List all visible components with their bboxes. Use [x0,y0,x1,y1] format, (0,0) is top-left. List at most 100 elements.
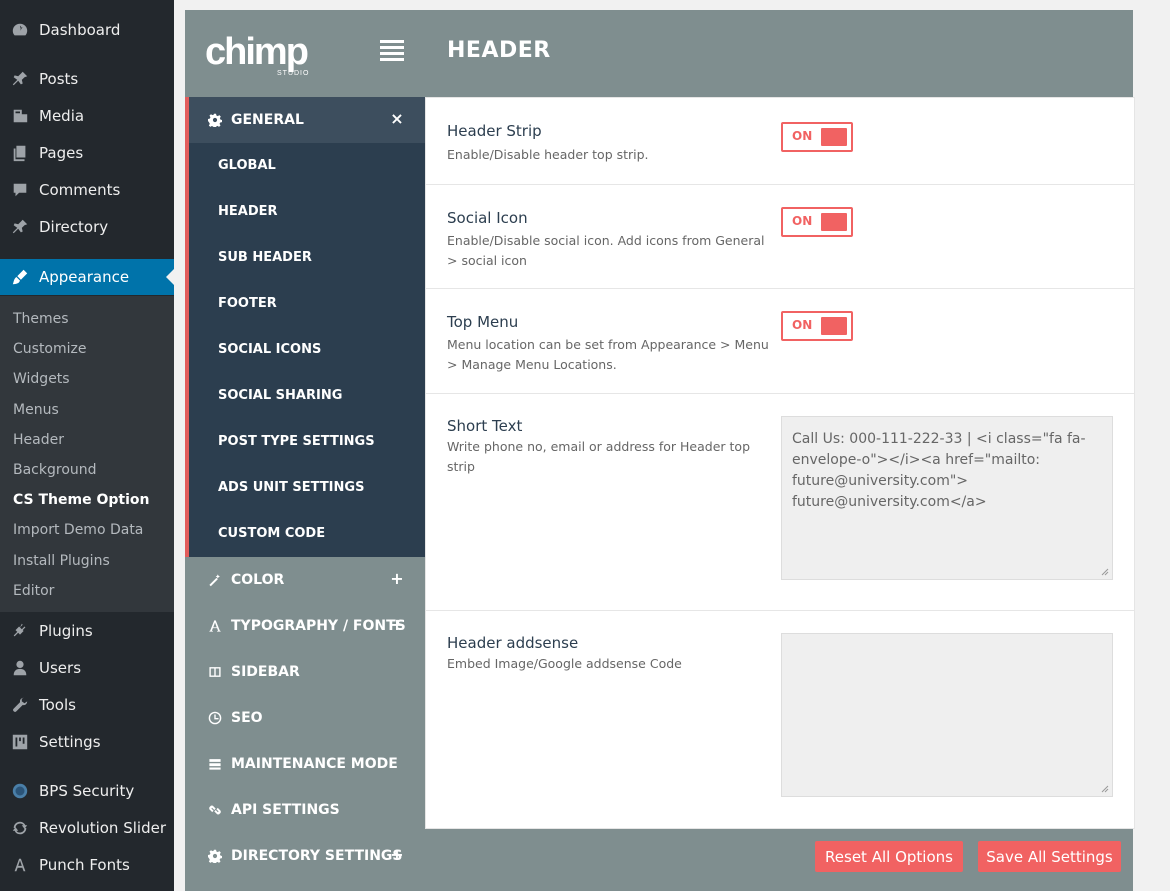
wp-menu-media[interactable]: Media [0,99,174,133]
wp-menu-appearance[interactable]: Appearance [0,259,174,295]
resize-grip-icon[interactable] [1099,566,1109,576]
appearance-submenu: Themes Customize Widgets Menus Header Ba… [0,296,174,612]
nav-group-label: TYPOGRAPHY / FONTS [231,618,406,634]
setting-description: Menu location can be set from Appearance… [447,337,769,372]
nav-group-color[interactable]: COLOR + [185,557,425,603]
nav-general-header[interactable]: GENERAL × [189,97,425,143]
nav-item-footer[interactable]: FOOTER [189,281,425,327]
nav-group-sidebar[interactable]: SIDEBAR [185,649,425,695]
toggle-state-label: ON [792,214,813,228]
short-text-textarea[interactable]: Call Us: 000-111-222-33 | <i class="fa f… [781,416,1113,580]
submenu-themes[interactable]: Themes [0,304,174,334]
setting-label: Social Icon [447,209,528,227]
wp-menu-comments[interactable]: Comments [0,173,174,207]
plug-icon [10,621,30,641]
wp-menu-label: Plugins [39,622,93,640]
nav-group-seo[interactable]: SEO [185,695,425,741]
resize-grip-icon[interactable] [1099,783,1109,793]
refresh-icon [10,818,30,838]
plus-icon[interactable]: + [389,571,405,587]
nav-item-ads-unit-settings[interactable]: ADS UNIT SETTINGS [189,465,425,511]
nav-item-header[interactable]: HEADER [189,189,425,235]
wp-menu-revolution-slider[interactable]: Revolution Slider [0,811,174,845]
wp-menu-punch-fonts[interactable]: Punch Fonts [0,848,174,882]
submenu-header[interactable]: Header [0,425,174,455]
nav-item-post-type-settings[interactable]: POST TYPE SETTINGS [189,419,425,465]
nav-item-social-sharing[interactable]: SOCIAL SHARING [189,373,425,419]
wp-menu-label: Settings [39,733,101,751]
wp-menu-label: Punch Fonts [39,856,130,874]
page-title: HEADER [447,38,551,63]
wp-menu-plugins[interactable]: Plugins [0,614,174,648]
header-addsense-textarea[interactable] [781,633,1113,797]
wp-menu-pages[interactable]: Pages [0,136,174,170]
social-icon-toggle[interactable]: ON [781,207,853,237]
plus-icon[interactable]: + [389,617,405,633]
setting-description: Enable/Disable header top strip. [447,147,649,162]
sliders-icon [10,732,30,752]
nav-group-api-settings[interactable]: API SETTINGS [185,787,425,833]
wp-menu-dashboard[interactable]: Dashboard [0,13,174,47]
wp-menu-label: Posts [39,70,79,88]
wp-menu-label: Users [39,659,82,677]
submenu-import-demo-data[interactable]: Import Demo Data [0,515,174,545]
save-all-settings-button[interactable]: Save All Settings [978,841,1121,872]
textarea-value: Call Us: 000-111-222-33 | <i class="fa f… [792,431,1086,510]
nav-group-label: MAINTENANCE MODE [231,756,398,772]
toggle-state-label: ON [792,129,813,143]
nav-item-sub-header[interactable]: SUB HEADER [189,235,425,281]
setting-row-social-icon: Social Icon Enable/Disable social icon. … [426,185,1134,289]
close-icon[interactable]: × [389,111,405,127]
nav-group-label: COLOR [231,572,285,588]
wp-menu-label: Media [39,107,85,125]
wp-menu-users[interactable]: Users [0,651,174,685]
user-icon [10,658,30,678]
wp-menu-posts[interactable]: Posts [0,62,174,96]
nav-general-label: GENERAL [231,112,304,128]
setting-label: Short Text [447,417,523,435]
nav-group-label: API SETTINGS [231,802,340,818]
nav-group-maintenance-mode[interactable]: MAINTENANCE MODE [185,741,425,787]
settings-content: Header Strip Enable/Disable header top s… [425,97,1135,829]
submenu-editor[interactable]: Editor [0,576,174,606]
wp-menu-label: Tools [39,696,76,714]
setting-row-header-addsense: Header addsense Embed Image/Google addse… [426,611,1134,828]
setting-label: Header Strip [447,122,542,140]
gear-icon [207,112,223,128]
submenu-customize[interactable]: Customize [0,334,174,364]
magic-wand-icon [207,572,223,588]
submenu-background[interactable]: Background [0,455,174,485]
submenu-widgets[interactable]: Widgets [0,364,174,394]
nav-group-directory-settings[interactable]: DIRECTORY SETTINGS + [185,833,425,879]
nav-group-typography[interactable]: TYPOGRAPHY / FONTS + [185,603,425,649]
options-nav: GENERAL × GLOBAL HEADER SUB HEADER FOOTE… [185,97,425,879]
header-strip-toggle[interactable]: ON [781,122,853,152]
wp-menu-label: Directory [39,218,109,236]
pages-icon [10,143,30,163]
submenu-cs-theme-option[interactable]: CS Theme Option [0,485,174,515]
submenu-menus[interactable]: Menus [0,395,174,425]
wp-menu-label: BPS Security [39,782,135,800]
plus-icon[interactable]: + [389,847,405,863]
wp-menu-directory[interactable]: Directory [0,210,174,244]
hamburger-menu-icon[interactable] [380,40,404,62]
nav-item-global[interactable]: GLOBAL [189,143,425,189]
nav-group-label: SEO [231,710,263,726]
submenu-install-plugins[interactable]: Install Plugins [0,546,174,576]
wp-menu-bps-security[interactable]: BPS Security [0,774,174,808]
top-menu-toggle[interactable]: ON [781,311,853,341]
pin-icon [10,69,30,89]
nav-item-custom-code[interactable]: CUSTOM CODE [189,511,425,557]
wp-menu-label: Dashboard [39,21,121,39]
setting-label: Header addsense [447,634,579,652]
wp-menu-label: Revolution Slider [39,819,166,837]
reset-all-options-button[interactable]: Reset All Options [815,841,963,872]
nav-item-social-icons[interactable]: SOCIAL ICONS [189,327,425,373]
wp-menu-tools[interactable]: Tools [0,688,174,722]
panel-header: chimp STUDIO HEADER [185,10,1133,97]
link-icon [207,802,223,818]
toggle-state-label: ON [792,318,813,332]
logo-text: chimp [205,31,308,73]
nav-closed-groups: COLOR + TYPOGRAPHY / FONTS + SIDEBAR SEO… [185,557,425,879]
wp-menu-settings[interactable]: Settings [0,725,174,759]
